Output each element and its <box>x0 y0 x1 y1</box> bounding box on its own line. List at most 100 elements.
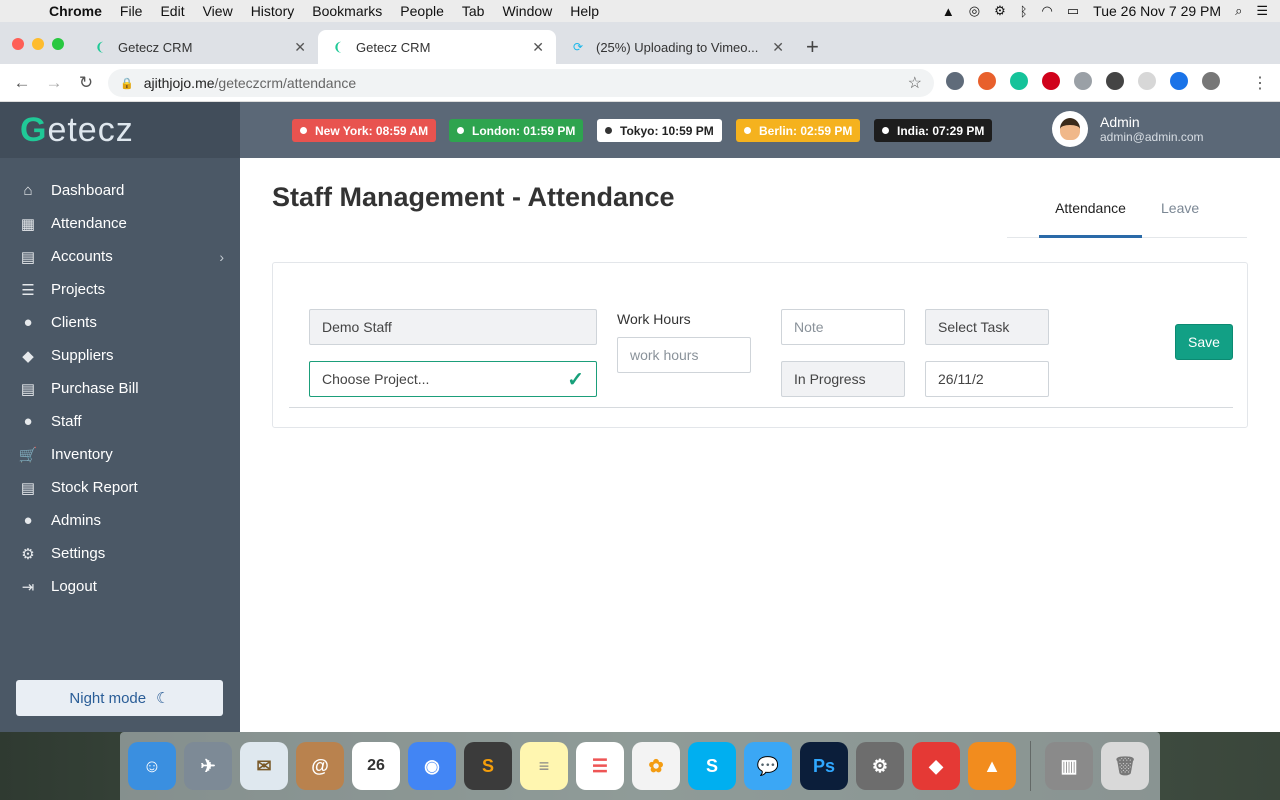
menu-app[interactable]: Chrome <box>40 3 111 19</box>
close-tab-icon[interactable]: ✕ <box>532 39 544 56</box>
close-tab-icon[interactable]: ✕ <box>294 39 306 56</box>
lock-icon[interactable]: 🔒 <box>120 77 134 90</box>
address-bar[interactable]: 🔒 ajithjojo.me /geteczcrm/attendance ☆ <box>108 69 934 97</box>
sync-ext-icon[interactable] <box>1106 72 1124 90</box>
vlc-dock-icon[interactable]: ▲ <box>968 742 1016 790</box>
calendar-app-icon[interactable]: 26 <box>352 742 400 790</box>
search-icon[interactable]: ⌕ <box>1235 3 1242 19</box>
sidebar-item-label: Stock Report <box>51 479 138 496</box>
clock-badge-london: London: 01:59 PM <box>449 119 584 142</box>
forward-icon[interactable]: → <box>38 73 70 93</box>
minimize-window-button[interactable] <box>32 38 44 50</box>
project-select[interactable]: Choose Project... ✓ <box>309 361 597 397</box>
night-mode-button[interactable]: Night mode ☾ <box>16 680 223 716</box>
sidebar-item-clients[interactable]: ● Clients <box>0 306 240 339</box>
anydesk-icon[interactable]: ◆ <box>912 742 960 790</box>
bookmark-star-icon[interactable]: ☆ <box>908 73 922 93</box>
briefcase-icon: ▤ <box>20 248 36 266</box>
skype-icon[interactable]: S <box>688 742 736 790</box>
new-tab-icon[interactable]: + <box>806 34 819 60</box>
close-window-button[interactable] <box>12 38 24 50</box>
settings-status-icon[interactable]: ⚙ <box>994 3 1006 19</box>
eyedropper-ext-icon[interactable] <box>946 72 964 90</box>
creative-cloud-icon[interactable]: ◎ <box>969 3 980 19</box>
sidebar-item-dashboard[interactable]: ⌂ Dashboard <box>0 174 240 207</box>
notes-icon[interactable]: ≡ <box>520 742 568 790</box>
menu-help[interactable]: Help <box>561 3 608 19</box>
grammarly-ext-icon[interactable] <box>1010 72 1028 90</box>
sublime-text-icon[interactable]: S <box>464 742 512 790</box>
system-preferences-icon[interactable]: ⚙ <box>856 742 904 790</box>
vlc-icon[interactable]: ▲ <box>942 4 955 19</box>
checkmark-icon: ✓ <box>567 368 584 391</box>
status-select[interactable]: In Progress <box>781 361 905 397</box>
finder-icon[interactable]: ☺ <box>128 742 176 790</box>
photos-icon[interactable]: ✿ <box>632 742 680 790</box>
sidebar-item-purchase-bill[interactable]: ▤ Purchase Bill <box>0 372 240 405</box>
menu-tab[interactable]: Tab <box>453 3 494 19</box>
avatar[interactable] <box>1052 111 1088 147</box>
sidebar-item-inventory[interactable]: 🛒 Inventory <box>0 438 240 471</box>
staff-select[interactable]: Demo Staff <box>309 309 597 345</box>
menu-history[interactable]: History <box>242 3 304 19</box>
task-select[interactable]: Select Task <box>925 309 1049 345</box>
cart-icon: 🛒 <box>18 446 38 464</box>
wifi-icon[interactable]: ◠ <box>1042 3 1053 19</box>
trash-icon[interactable]: 🗑 <box>1101 742 1149 790</box>
firefox-ext-icon[interactable] <box>1170 72 1188 90</box>
note-input[interactable]: Note <box>781 309 905 345</box>
menu-people[interactable]: People <box>391 3 453 19</box>
launchpad-icon[interactable]: ✈ <box>184 742 232 790</box>
tab-attendance[interactable]: Attendance <box>1039 200 1142 238</box>
blank-ext-icon[interactable] <box>1138 72 1156 90</box>
list-icon: ☰ <box>21 281 35 299</box>
list-icon[interactable]: ☰ <box>1256 3 1268 19</box>
profile-avatar-icon[interactable] <box>1202 72 1220 90</box>
sidebar-item-logout[interactable]: ⇥ Logout <box>0 570 240 603</box>
menu-edit[interactable]: Edit <box>151 3 193 19</box>
menubar-clock[interactable]: Tue 26 Nov 7 29 PM <box>1093 3 1221 19</box>
contacts-icon[interactable]: @ <box>296 742 344 790</box>
save-button[interactable]: Save <box>1175 324 1233 360</box>
sidebar-item-suppliers[interactable]: ◆ Suppliers <box>0 339 240 372</box>
bluetooth-icon[interactable]: ᛒ <box>1020 4 1028 19</box>
work-hours-input[interactable]: work hours <box>617 337 751 373</box>
sidebar-item-label: Staff <box>51 413 82 430</box>
close-tab-icon[interactable]: ✕ <box>772 39 784 56</box>
tab-leave[interactable]: Leave <box>1161 200 1199 238</box>
menu-bookmarks[interactable]: Bookmarks <box>303 3 391 19</box>
mail-icon[interactable]: ✉ <box>240 742 288 790</box>
sidebar-item-settings[interactable]: ⚙ Settings <box>0 537 240 570</box>
back-icon[interactable]: ← <box>6 73 38 93</box>
chrome-icon[interactable]: ◉ <box>408 742 456 790</box>
battery-icon[interactable]: ▭ <box>1067 3 1079 19</box>
reload-icon[interactable]: ↻ <box>70 73 102 93</box>
sidebar-item-admins[interactable]: ● Admins <box>0 504 240 537</box>
brand-logo[interactable]: Getecz <box>0 102 240 158</box>
chrome-menu-icon[interactable]: ⋮ <box>1252 73 1268 93</box>
menu-view[interactable]: View <box>194 3 242 19</box>
sidebar-item-staff[interactable]: ● Staff <box>0 405 240 438</box>
reminders-icon[interactable]: ☰ <box>576 742 624 790</box>
sidebar-item-label: Inventory <box>51 446 113 463</box>
window-controls <box>12 38 64 50</box>
sidebar-item-stock-report[interactable]: ▤ Stock Report <box>0 471 240 504</box>
fire-ext-icon[interactable] <box>978 72 996 90</box>
browser-tab-2[interactable]: ❨ Getecz CRM ✕ <box>318 30 556 64</box>
menu-window[interactable]: Window <box>493 3 561 19</box>
photoshop-icon[interactable]: Ps <box>800 742 848 790</box>
browser-tab-3[interactable]: ⟳ (25%) Uploading to Vimeo... ✕ <box>558 30 796 64</box>
sidebar-item-attendance[interactable]: ▦ Attendance <box>0 207 240 240</box>
sidebar-item-accounts[interactable]: ▤ Accounts › <box>0 240 240 273</box>
camera-ext-icon[interactable] <box>1074 72 1092 90</box>
zoom-window-button[interactable] <box>52 38 64 50</box>
opera-ext-icon[interactable] <box>1042 72 1060 90</box>
sidebar-item-projects[interactable]: ☰ Projects <box>0 273 240 306</box>
date-input[interactable]: 26/11/2 <box>925 361 1049 397</box>
documents-stack-icon[interactable]: ▥ <box>1045 742 1093 790</box>
url-domain: ajithjojo.me <box>143 75 215 91</box>
menu-file[interactable]: File <box>111 3 152 19</box>
browser-tab-1[interactable]: ❨ Getecz CRM ✕ <box>80 30 318 64</box>
user-profile[interactable]: Admin admin@admin.com <box>1052 111 1204 147</box>
messages-icon[interactable]: 💬 <box>744 742 792 790</box>
